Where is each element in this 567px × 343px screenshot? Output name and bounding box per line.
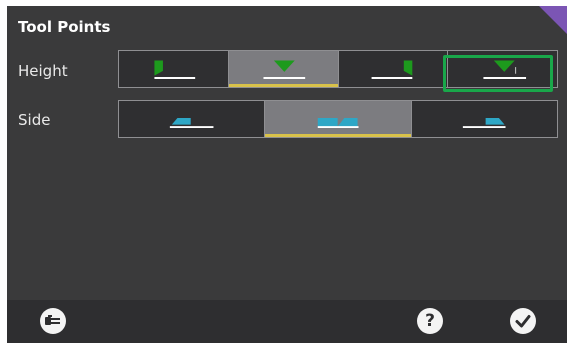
side-selector	[118, 100, 558, 138]
height-option-center[interactable]	[228, 51, 339, 87]
side-center-icon	[318, 118, 359, 128]
height-top-center-alt-icon	[483, 60, 527, 79]
bottom-toolbar: ?	[7, 300, 567, 343]
side-left-icon	[169, 118, 214, 128]
height-top-right-icon	[371, 60, 412, 79]
side-label: Side	[18, 111, 51, 129]
height-option-center-alt[interactable]	[448, 51, 557, 87]
height-top-left-icon	[154, 60, 196, 79]
checkmark-icon	[515, 315, 531, 328]
side-right-icon	[462, 118, 506, 128]
height-selector	[118, 50, 558, 88]
height-option-left[interactable]	[119, 51, 229, 87]
help-icon: ?	[425, 311, 435, 331]
tool-points-panel: Tool Points Height Side ?	[7, 6, 567, 343]
corner-marker	[539, 6, 567, 34]
help-button[interactable]: ?	[417, 308, 443, 334]
confirm-button[interactable]	[510, 308, 536, 334]
tool-library-icon	[45, 315, 60, 325]
side-option-center[interactable]	[265, 101, 412, 137]
height-top-center-icon	[263, 60, 305, 79]
page-title: Tool Points	[18, 18, 111, 36]
height-label: Height	[18, 62, 68, 80]
height-option-right[interactable]	[339, 51, 449, 87]
tool-library-button[interactable]	[40, 308, 66, 334]
side-option-left[interactable]	[119, 101, 266, 137]
side-option-right[interactable]	[412, 101, 557, 137]
